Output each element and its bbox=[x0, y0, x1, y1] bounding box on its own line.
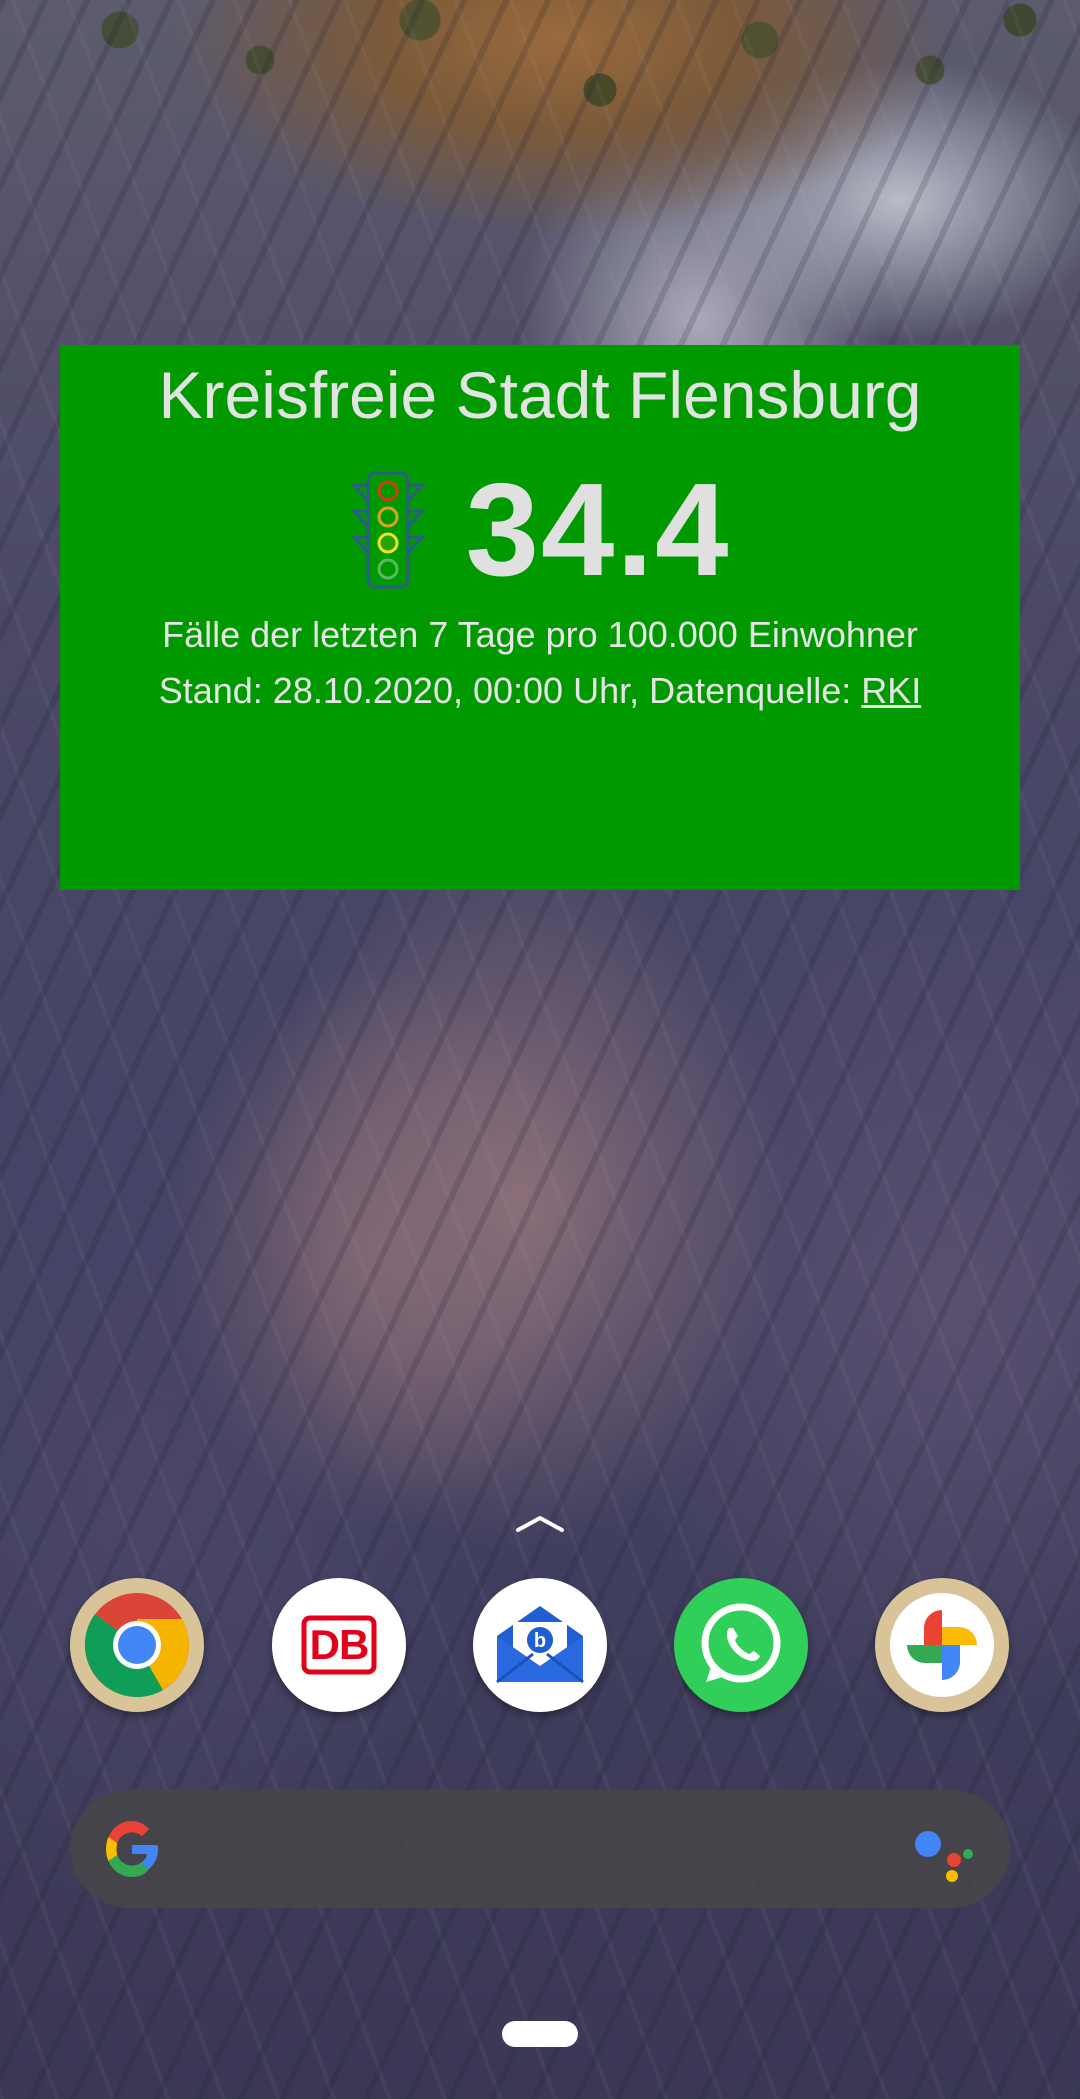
widget-description: Fälle der letzten 7 Tage pro 100.000 Ein… bbox=[162, 614, 918, 655]
svg-text:b: b bbox=[534, 1630, 546, 1652]
chrome-app-icon[interactable] bbox=[70, 1578, 204, 1712]
home-gesture-pill[interactable] bbox=[502, 2021, 578, 2047]
rki-link[interactable]: RKI bbox=[861, 670, 921, 711]
google-search-bar[interactable] bbox=[70, 1790, 1010, 1908]
photos-app-icon[interactable] bbox=[875, 1578, 1009, 1712]
whatsapp-app-icon[interactable] bbox=[674, 1578, 808, 1712]
google-g-icon bbox=[106, 1821, 158, 1877]
stand-text: Stand: 28.10.2020, 00:00 Uhr, Datenquell… bbox=[158, 670, 862, 711]
wallpaper bbox=[0, 0, 1080, 2099]
traffic-light-icon bbox=[350, 471, 425, 589]
incidence-widget[interactable]: Kreisfreie Stadt Flensburg 34.4 Fälle de… bbox=[60, 345, 1020, 890]
mail-app-icon[interactable]: b bbox=[473, 1578, 607, 1712]
mail-icon: b bbox=[496, 1606, 584, 1684]
photos-icon bbox=[882, 1585, 1002, 1705]
home-screen: Kreisfreie Stadt Flensburg 34.4 Fälle de… bbox=[0, 0, 1080, 2099]
whatsapp-icon bbox=[701, 1603, 781, 1683]
chrome-icon bbox=[77, 1585, 197, 1705]
widget-title: Kreisfreie Stadt Flensburg bbox=[158, 358, 922, 432]
google-assistant-icon[interactable] bbox=[914, 1826, 974, 1882]
wallpaper-trees bbox=[0, 0, 1080, 200]
incidence-value: 34.4 bbox=[465, 456, 731, 603]
app-dock: DB b bbox=[0, 1578, 1080, 1712]
widget-stand: Stand: 28.10.2020, 00:00 Uhr, Datenquell… bbox=[60, 663, 1020, 719]
incidence-row: 34.4 bbox=[60, 456, 1020, 603]
db-app-icon[interactable]: DB bbox=[272, 1578, 406, 1712]
chevron-up-icon[interactable] bbox=[510, 1508, 570, 1538]
db-label: DB bbox=[309, 1621, 370, 1668]
